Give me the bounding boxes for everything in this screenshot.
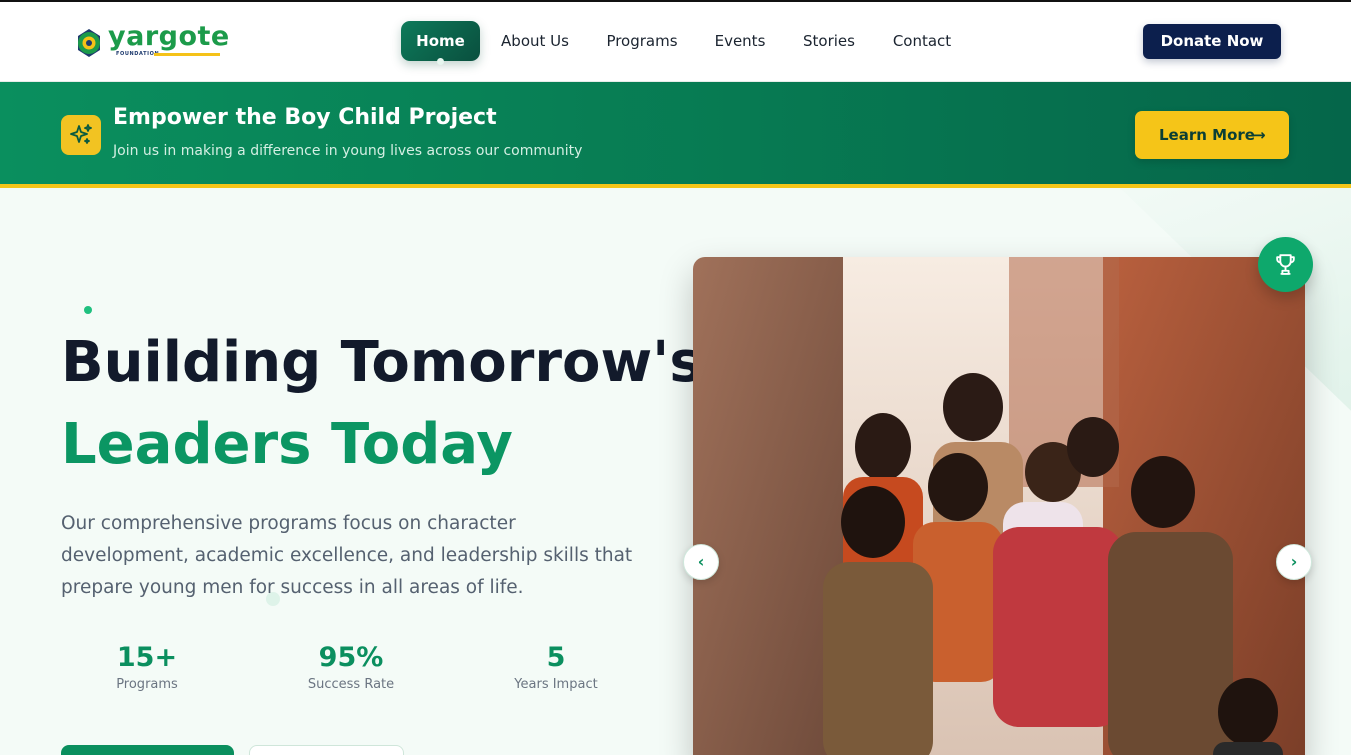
donate-button[interactable]: Donate Now xyxy=(1143,24,1281,59)
banner-subtitle: Join us in making a difference in young … xyxy=(113,143,583,159)
learn-more-button[interactable]: Learn More → xyxy=(1135,111,1289,159)
secondary-cta-button[interactable] xyxy=(249,745,404,755)
announcement-banner: Empower the Boy Child Project Join us in… xyxy=(0,82,1351,188)
active-indicator xyxy=(437,58,444,65)
nav-events[interactable]: Events xyxy=(711,21,769,61)
children-photo-illustration xyxy=(693,257,1305,755)
hero-description: Our comprehensive programs focus on char… xyxy=(61,513,633,598)
stat-value: 95% xyxy=(318,642,384,673)
logo-mark-icon xyxy=(78,29,100,57)
hero-title-line1: Building Tomorrow's xyxy=(61,330,703,395)
decorative-dot xyxy=(84,306,92,314)
stat-success-rate: 95% Success Rate xyxy=(271,642,431,692)
stat-value: 5 xyxy=(546,642,566,673)
nav-about-us[interactable]: About Us xyxy=(497,21,573,61)
stat-years-impact: 5 Years Impact xyxy=(476,642,636,692)
logo-subtext: FOUNDATION xyxy=(116,51,160,57)
banner-title: Empower the Boy Child Project xyxy=(113,105,497,130)
stat-label: Programs xyxy=(116,677,178,692)
site-header: yargote FOUNDATION Home About Us Program… xyxy=(0,2,1351,82)
nav-home-label: Home xyxy=(416,32,465,50)
hero-title-line2: Leaders Today xyxy=(61,412,513,477)
trophy-badge xyxy=(1258,237,1313,292)
stat-label: Years Impact xyxy=(514,677,598,692)
stat-programs: 15+ Programs xyxy=(67,642,227,692)
stat-value: 15+ xyxy=(116,642,178,673)
arrow-right-icon: → xyxy=(1253,126,1266,144)
logo-text: yargote xyxy=(108,21,230,52)
nav-stories[interactable]: Stories xyxy=(799,21,859,61)
chevron-left-icon[interactable]: ‹ xyxy=(683,544,719,580)
primary-cta-button[interactable] xyxy=(61,745,234,755)
nav-contact[interactable]: Contact xyxy=(889,21,955,61)
sparkles-icon xyxy=(61,115,101,155)
learn-more-label: Learn More xyxy=(1159,126,1255,144)
stat-label: Success Rate xyxy=(307,677,395,692)
chevron-right-icon[interactable]: › xyxy=(1276,544,1312,580)
logo[interactable]: yargote FOUNDATION xyxy=(72,21,232,60)
trophy-icon xyxy=(1276,254,1295,275)
logo-underline xyxy=(154,53,220,56)
nav-programs[interactable]: Programs xyxy=(604,21,680,61)
hero-photo xyxy=(693,257,1305,755)
nav-home[interactable]: Home xyxy=(401,21,480,65)
